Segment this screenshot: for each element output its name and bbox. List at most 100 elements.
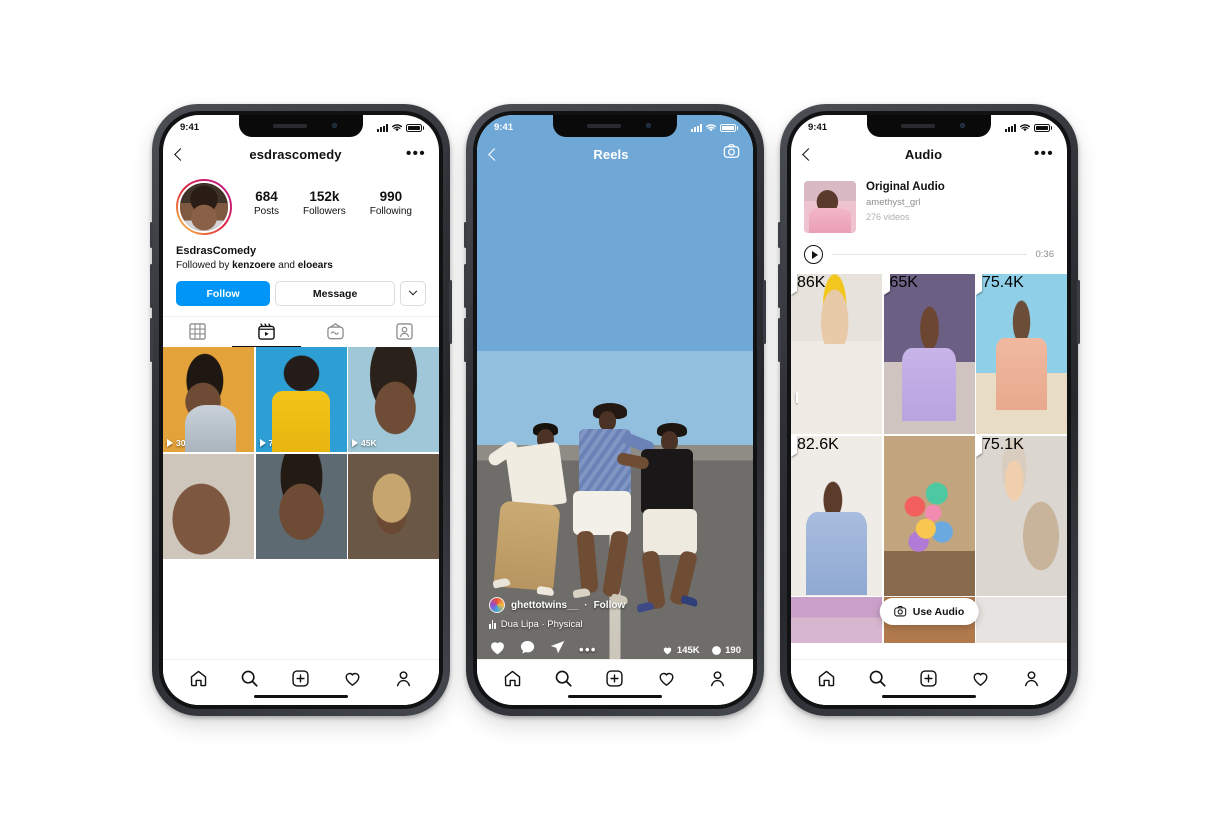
nav-search[interactable] <box>554 669 573 688</box>
use-audio-label: Use Audio <box>912 605 965 618</box>
follow-button[interactable]: Follow <box>176 281 271 306</box>
audio-video-thumb[interactable]: 75.1K <box>976 435 1067 596</box>
more-options-icon[interactable]: ••• <box>406 146 426 161</box>
heart-icon[interactable] <box>489 639 506 661</box>
tagged-tab[interactable] <box>370 317 439 347</box>
following-count: 990 <box>379 189 403 204</box>
reel-follow-button[interactable]: Follow <box>594 600 626 611</box>
reel-overlay: ghettotwins__ · Follow Dua Lipa · Physic… <box>477 597 753 661</box>
author-avatar[interactable] <box>489 597 505 613</box>
audio-title: Original Audio <box>866 181 945 193</box>
battery-icon <box>720 123 738 132</box>
plus-square-icon <box>606 669 624 687</box>
play-icon[interactable] <box>804 245 823 264</box>
reel-thumb[interactable]: 45K <box>348 347 439 452</box>
nav-create[interactable] <box>291 669 310 688</box>
audio-video-thumb[interactable] <box>791 597 882 643</box>
reel-author-row[interactable]: ghettotwins__ · Follow <box>489 597 741 613</box>
reels-tab[interactable] <box>232 317 301 347</box>
comment-icon <box>711 645 721 655</box>
home-icon <box>190 670 207 686</box>
nav-create[interactable] <box>605 669 624 688</box>
nav-profile[interactable] <box>1022 669 1041 688</box>
volume-down-button <box>778 318 781 362</box>
earpiece-speaker <box>587 123 621 128</box>
avatar[interactable] <box>176 179 232 235</box>
igtv-tab[interactable] <box>301 317 370 347</box>
person-icon <box>710 670 724 686</box>
follower-user-2[interactable]: eloears <box>298 260 333 271</box>
share-paperplane-icon[interactable] <box>549 639 566 661</box>
comment-count-group: 190 <box>711 645 741 656</box>
reel-thumb[interactable] <box>255 453 347 559</box>
nav-home[interactable] <box>503 669 522 688</box>
view-count-text: 86K <box>797 274 826 291</box>
view-count: 86K <box>791 274 882 295</box>
nav-home[interactable] <box>189 669 208 688</box>
nav-activity[interactable] <box>343 669 362 688</box>
phone-device-audio: 9:41 Audio ••• Original Audio amethyst_g… <box>778 104 1080 716</box>
heart-icon <box>664 647 672 654</box>
bottom-nav <box>477 659 753 705</box>
stat-posts[interactable]: 684 Posts <box>254 189 279 217</box>
reel-thumb[interactable]: 79.3K <box>255 347 347 452</box>
bottom-nav <box>163 659 439 705</box>
nav-activity[interactable] <box>657 669 676 688</box>
back-chevron-icon[interactable] <box>488 147 501 161</box>
message-button[interactable]: Message <box>275 281 395 306</box>
nav-search[interactable] <box>868 669 887 688</box>
home-indicator <box>254 694 348 698</box>
reel-audio-row[interactable]: Dua Lipa · Physical <box>489 619 741 630</box>
audio-cover-thumbnail[interactable] <box>804 181 856 233</box>
notch <box>553 115 677 137</box>
nav-activity[interactable] <box>971 669 990 688</box>
reel-thumb[interactable] <box>348 453 439 559</box>
audio-author[interactable]: amethyst_grl <box>866 197 945 208</box>
camera-icon[interactable] <box>723 143 740 165</box>
follower-user-1[interactable]: kenzoere <box>232 260 275 271</box>
reel-username[interactable]: ghettotwins__ <box>511 600 578 611</box>
suggestions-dropdown-button[interactable] <box>400 281 426 306</box>
audio-video-thumb[interactable]: 82.6K <box>791 435 882 596</box>
like-count-group: 145K <box>662 645 700 656</box>
nav-create[interactable] <box>919 669 938 688</box>
reel-thumb[interactable] <box>163 453 254 559</box>
play-icon <box>167 439 173 447</box>
audio-body: Original Audio amethyst_grl 276 videos 0… <box>791 171 1067 705</box>
audio-video-thumb[interactable]: 75.4K <box>976 274 1067 434</box>
grid-icon <box>189 323 206 340</box>
nav-profile[interactable] <box>394 669 413 688</box>
nav-profile[interactable] <box>708 669 727 688</box>
view-count-text: 30.2K <box>176 438 199 448</box>
audio-video-thumb[interactable]: 86K <box>791 274 882 434</box>
stat-followers[interactable]: 152k Followers <box>303 189 346 217</box>
play-icon <box>976 274 982 295</box>
grid-tab[interactable] <box>163 317 232 347</box>
audio-video-thumb[interactable]: 65K <box>883 274 975 434</box>
nav-home[interactable] <box>817 669 836 688</box>
more-options-icon[interactable]: ••• <box>579 643 597 656</box>
audio-video-thumb[interactable] <box>976 597 1067 643</box>
more-options-icon[interactable]: ••• <box>1034 146 1054 161</box>
reel-video[interactable]: 9:41 Reels ghettotwins__ · Follow Dua Li… <box>477 115 753 705</box>
audio-duration: 0:36 <box>1035 249 1055 260</box>
reel-audio-track[interactable]: Dua Lipa · Physical <box>501 619 583 630</box>
nav-search[interactable] <box>240 669 259 688</box>
back-chevron-icon[interactable] <box>174 147 187 161</box>
reels-grid: 30.2K 79.3K 45K <box>163 347 439 559</box>
volume-up-button <box>778 264 781 308</box>
view-count-text: 45K <box>361 438 377 448</box>
audio-progress-track[interactable] <box>832 253 1027 256</box>
followed-prefix: Followed by <box>176 260 233 271</box>
comment-icon[interactable] <box>519 639 536 661</box>
profile-actions: Follow Message <box>163 271 439 306</box>
stat-following[interactable]: 990 Following <box>370 189 412 217</box>
wifi-icon <box>1020 124 1031 132</box>
back-chevron-icon[interactable] <box>802 147 815 161</box>
front-camera <box>332 123 337 128</box>
reel-thumb[interactable]: 30.2K <box>163 347 254 452</box>
use-audio-button[interactable]: Use Audio <box>879 598 979 625</box>
profile-navbar: esdrascomedy ••• <box>163 137 439 171</box>
home-icon <box>504 670 521 686</box>
audio-video-thumb[interactable] <box>883 435 975 596</box>
